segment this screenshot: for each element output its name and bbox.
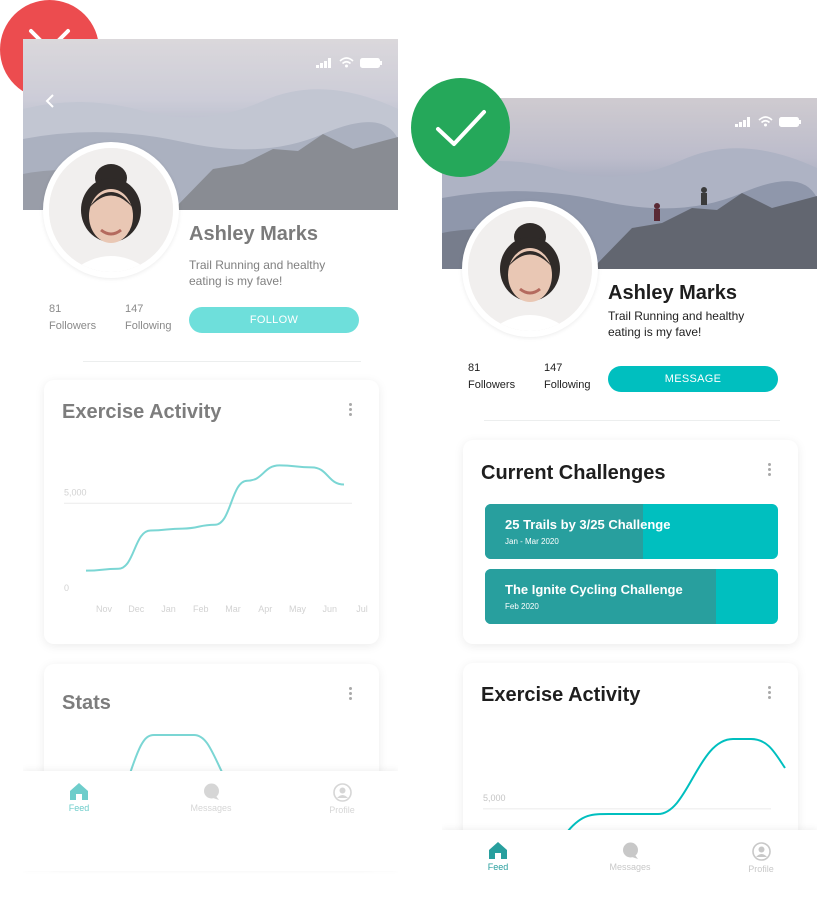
home-icon bbox=[70, 783, 88, 800]
more-options-icon[interactable] bbox=[768, 463, 772, 476]
followers-label: Followers bbox=[468, 379, 516, 391]
following-label: Following bbox=[544, 379, 591, 391]
tab-label: Messages bbox=[609, 862, 651, 872]
tab-label: Messages bbox=[190, 803, 232, 813]
check-icon bbox=[436, 110, 486, 146]
xtick-label: May bbox=[289, 604, 307, 614]
tab-profile[interactable]: Profile bbox=[721, 842, 801, 874]
signal-icon bbox=[316, 57, 331, 68]
xtick-label: Nov bbox=[96, 604, 113, 614]
signal-icon bbox=[735, 116, 750, 127]
avatar[interactable] bbox=[462, 201, 598, 337]
followers-count: 81 bbox=[468, 362, 481, 374]
challenge-title: The Ignite Cycling Challenge bbox=[505, 582, 683, 597]
profile-name: Ashley Marks bbox=[189, 223, 318, 245]
challenge-item[interactable]: 25 Trails by 3/25 Challenge Jan - Mar 20… bbox=[485, 504, 778, 559]
profile-photo bbox=[468, 207, 592, 331]
good-example-screen: Ashley Marks Trail Running and healthy e… bbox=[442, 98, 817, 910]
chat-bubble-icon bbox=[203, 783, 219, 800]
tab-label: Profile bbox=[329, 805, 355, 815]
following-label: Following bbox=[125, 320, 172, 332]
ytick-label: 5,000 bbox=[483, 793, 506, 803]
series-line bbox=[567, 738, 786, 832]
wifi-icon bbox=[339, 57, 354, 68]
back-icon[interactable] bbox=[45, 94, 55, 108]
ytick-label: 5,000 bbox=[64, 487, 87, 497]
series-line bbox=[85, 464, 345, 572]
user-icon bbox=[751, 842, 771, 861]
tab-label: Feed bbox=[68, 803, 90, 813]
xtick-label: Feb bbox=[193, 604, 209, 614]
xtick-label: Jan bbox=[161, 604, 176, 614]
profile-photo bbox=[49, 148, 173, 272]
battery-icon bbox=[779, 116, 801, 127]
divider bbox=[484, 420, 780, 421]
divider bbox=[83, 361, 361, 362]
tab-messages[interactable]: Messages bbox=[171, 783, 251, 813]
home-icon bbox=[489, 842, 507, 859]
challenge-title: 25 Trails by 3/25 Challenge bbox=[505, 517, 671, 532]
challenge-item[interactable]: The Ignite Cycling Challenge Feb 2020 bbox=[485, 569, 778, 624]
ytick-label: 0 bbox=[64, 583, 69, 593]
tab-bar: Feed Messages Profile bbox=[442, 830, 817, 910]
user-icon bbox=[332, 783, 352, 802]
chat-bubble-icon bbox=[622, 842, 638, 859]
tab-label: Profile bbox=[748, 864, 774, 874]
followers-stat[interactable]: 81 Followers bbox=[49, 301, 96, 335]
profile-bio: Trail Running and healthy eating is my f… bbox=[189, 258, 326, 288]
tab-feed[interactable]: Feed bbox=[458, 842, 538, 872]
status-bar bbox=[316, 57, 382, 68]
approve-badge bbox=[411, 78, 510, 177]
tab-bar: Feed Messages Profile bbox=[23, 771, 398, 871]
wifi-icon bbox=[758, 116, 773, 127]
current-challenges-card: Current Challenges 25 Trails by 3/25 Cha… bbox=[463, 440, 798, 644]
xtick-label: Jun bbox=[322, 604, 337, 614]
follow-button[interactable]: FOLLOW bbox=[189, 307, 359, 333]
following-count: 147 bbox=[544, 362, 563, 374]
xtick-label: Apr bbox=[258, 604, 272, 614]
xtick-label: Mar bbox=[225, 604, 241, 614]
card-title: Current Challenges bbox=[481, 462, 666, 484]
following-stat[interactable]: 147 Following bbox=[125, 301, 171, 335]
xtick-label: Jul bbox=[356, 604, 368, 614]
message-button[interactable]: MESSAGE bbox=[608, 366, 778, 392]
profile-bio: Trail Running and healthy eating is my f… bbox=[608, 309, 745, 339]
followers-count: 81 bbox=[49, 303, 62, 315]
xtick-label: Dec bbox=[128, 604, 145, 614]
status-bar bbox=[735, 116, 801, 127]
avatar[interactable] bbox=[43, 142, 179, 278]
exercise-chart: 0 5,000 Nov Dec Jan Feb Mar Apr May Jun Jul bbox=[64, 464, 368, 614]
followers-stat[interactable]: 81 Followers bbox=[468, 360, 515, 394]
tab-messages[interactable]: Messages bbox=[590, 842, 670, 872]
following-stat[interactable]: 147 Following bbox=[544, 360, 590, 394]
battery-icon bbox=[360, 57, 382, 68]
following-count: 147 bbox=[125, 303, 144, 315]
profile-name: Ashley Marks bbox=[608, 282, 737, 304]
tab-feed[interactable]: Feed bbox=[39, 783, 119, 813]
exercise-activity-card: Exercise Activity 0 5,000 Nov Dec Jan Feb Mar A… bbox=[44, 380, 379, 644]
challenge-date: Feb 2020 bbox=[505, 602, 539, 611]
tab-profile[interactable]: Profile bbox=[302, 783, 382, 815]
challenge-date: Jan - Mar 2020 bbox=[505, 537, 559, 546]
bad-example-screen: Ashley Marks Trail Running and healthy e… bbox=[23, 39, 398, 910]
followers-label: Followers bbox=[49, 320, 97, 332]
tab-label: Feed bbox=[487, 862, 509, 872]
